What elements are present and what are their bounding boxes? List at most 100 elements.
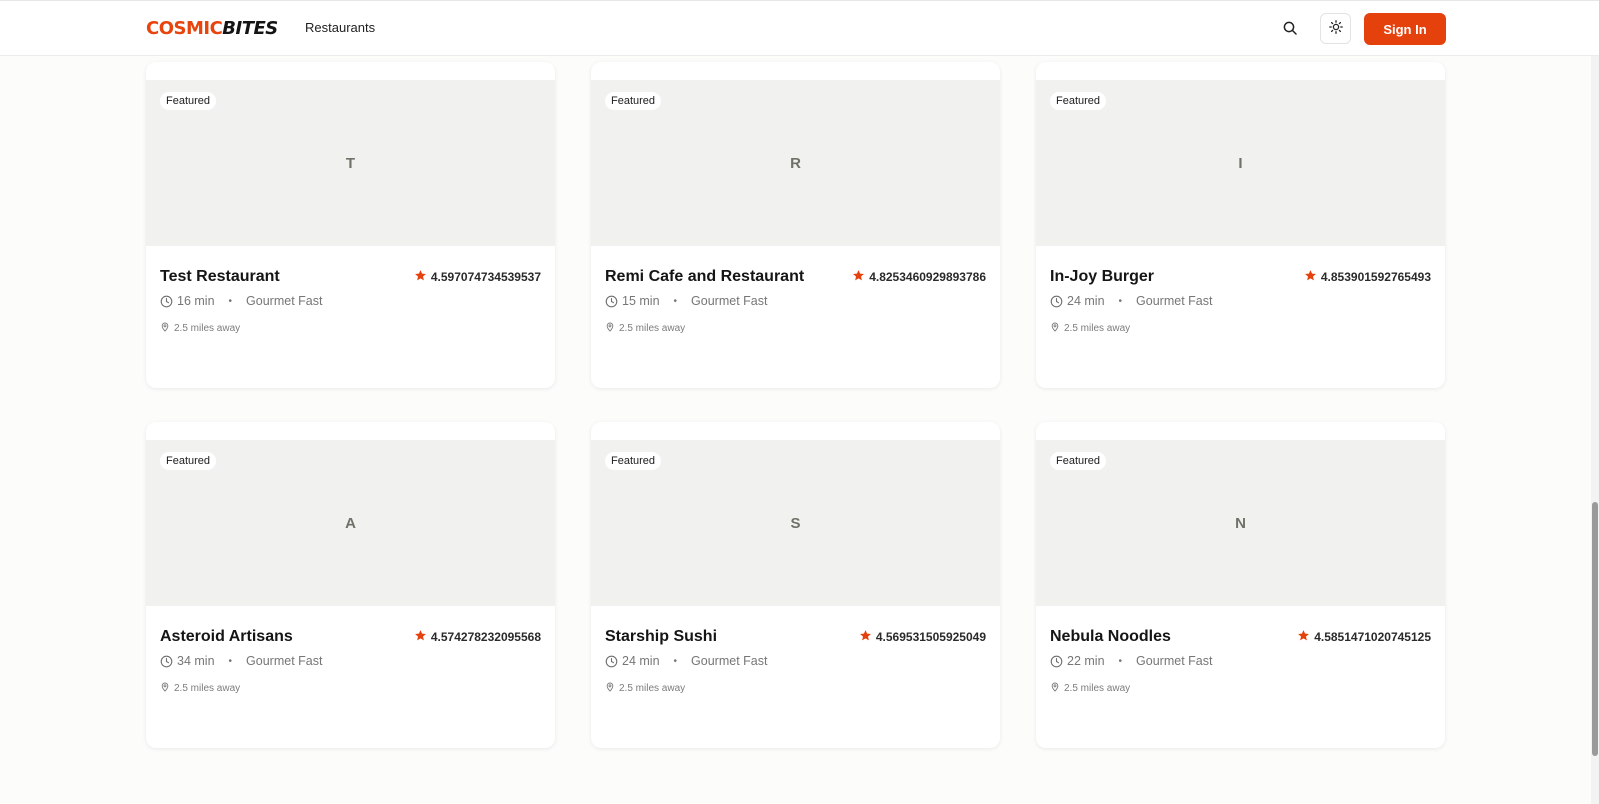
featured-badge: Featured (1050, 92, 1107, 110)
distance-text: 2.5 miles away (1064, 683, 1131, 694)
delivery-time: 24 min (622, 654, 660, 668)
restaurant-initial: A (345, 514, 356, 532)
star-icon (859, 629, 872, 645)
star-icon (414, 629, 427, 645)
featured-badge: Featured (160, 452, 217, 470)
distance-text: 2.5 miles away (174, 683, 241, 694)
featured-badge: Featured (1050, 452, 1107, 470)
top-nav: COSMICBITES Restaurants Sign In (0, 0, 1599, 56)
restaurant-card[interactable]: I Featured In-Joy Burger 4.8539015927654… (1036, 62, 1445, 388)
rating: 4.574278232095568 (414, 629, 541, 645)
title-row: Test Restaurant 4.597074734539537 (160, 266, 541, 288)
featured-badge: Featured (605, 92, 662, 110)
clock-icon (605, 655, 618, 668)
separator-dot: • (1118, 655, 1123, 667)
title-row: In-Joy Burger 4.853901592765493 (1050, 266, 1431, 288)
search-button[interactable] (1279, 18, 1301, 40)
restaurant-initial: S (790, 514, 801, 532)
restaurant-category: Gourmet Fast (246, 654, 323, 668)
delivery-time: 16 min (177, 294, 215, 308)
distance-row: 2.5 miles away (605, 322, 986, 335)
restaurant-card[interactable]: A Featured Asteroid Artisans 4.574278232… (146, 422, 555, 748)
separator-dot: • (228, 295, 233, 307)
title-row: Nebula Noodles 4.5851471020745125 (1050, 626, 1431, 648)
location-pin-icon (160, 322, 170, 335)
meta-row: 16 min • Gourmet Fast (160, 292, 541, 310)
title-row: Asteroid Artisans 4.574278232095568 (160, 626, 541, 648)
sun-icon (1328, 20, 1343, 37)
rating: 4.8253460929893786 (852, 269, 986, 285)
theme-toggle-button[interactable] (1320, 13, 1351, 44)
meta-row: 24 min • Gourmet Fast (605, 652, 986, 670)
title-row: Remi Cafe and Restaurant 4.8253460929893… (605, 266, 986, 288)
rating-value: 4.569531505925049 (875, 630, 986, 644)
meta-row: 24 min • Gourmet Fast (1050, 292, 1431, 310)
rating-value: 4.597074734539537 (430, 270, 541, 284)
restaurant-grid: T Featured Test Restaurant 4.59707473453… (146, 62, 1446, 748)
separator-dot: • (228, 655, 233, 667)
sign-in-button[interactable]: Sign In (1364, 13, 1446, 45)
search-icon (1283, 21, 1297, 38)
scrollbar-track[interactable] (1591, 56, 1599, 804)
logo[interactable]: COSMICBITES (146, 17, 278, 41)
restaurant-name: Test Restaurant (160, 268, 280, 285)
clock-icon (160, 655, 173, 668)
rating-value: 4.5851471020745125 (1314, 630, 1431, 644)
restaurant-name: Nebula Noodles (1050, 628, 1171, 645)
card-body: Nebula Noodles 4.5851471020745125 22 min (1050, 626, 1431, 695)
restaurant-initial: N (1235, 514, 1246, 532)
delivery-time: 15 min (622, 294, 660, 308)
restaurant-card[interactable]: S Featured Starship Sushi 4.569531505925… (591, 422, 1000, 748)
distance-row: 2.5 miles away (1050, 322, 1431, 335)
restaurant-name: In-Joy Burger (1050, 268, 1155, 285)
distance-row: 2.5 miles away (605, 682, 986, 695)
nav-restaurants-link[interactable]: Restaurants (305, 19, 375, 37)
scrollbar-thumb[interactable] (1592, 502, 1598, 756)
rating: 4.853901592765493 (1304, 269, 1431, 285)
card-body: Remi Cafe and Restaurant 4.8253460929893… (605, 266, 986, 335)
card-body: Asteroid Artisans 4.574278232095568 34 m… (160, 626, 541, 695)
card-body: Starship Sushi 4.569531505925049 24 min … (605, 626, 986, 695)
delivery-time: 34 min (177, 654, 215, 668)
distance-text: 2.5 miles away (619, 323, 686, 334)
distance-row: 2.5 miles away (160, 322, 541, 335)
rating: 4.569531505925049 (859, 629, 986, 645)
restaurant-card[interactable]: R Featured Remi Cafe and Restaurant 4.82… (591, 62, 1000, 388)
location-pin-icon (605, 322, 615, 335)
distance-row: 2.5 miles away (1050, 682, 1431, 695)
location-pin-icon (160, 682, 170, 695)
clock-icon (160, 295, 173, 308)
distance-row: 2.5 miles away (160, 682, 541, 695)
restaurant-name: Remi Cafe and Restaurant (605, 268, 805, 285)
restaurant-card[interactable]: T Featured Test Restaurant 4.59707473453… (146, 62, 555, 388)
clock-icon (1050, 655, 1063, 668)
delivery-time: 24 min (1067, 294, 1105, 308)
featured-badge: Featured (605, 452, 662, 470)
card-body: Test Restaurant 4.597074734539537 16 min (160, 266, 541, 335)
separator-dot: • (673, 655, 678, 667)
restaurant-initial: I (1238, 154, 1243, 172)
distance-text: 2.5 miles away (1064, 323, 1131, 334)
rating: 4.5851471020745125 (1297, 629, 1431, 645)
meta-row: 15 min • Gourmet Fast (605, 292, 986, 310)
rating-value: 4.853901592765493 (1320, 270, 1431, 284)
star-icon (1297, 629, 1310, 645)
rating-value: 4.574278232095568 (430, 630, 541, 644)
location-pin-icon (1050, 682, 1060, 695)
star-icon (852, 269, 865, 285)
separator-dot: • (673, 295, 678, 307)
location-pin-icon (1050, 322, 1060, 335)
restaurant-card[interactable]: N Featured Nebula Noodles 4.585147102074… (1036, 422, 1445, 748)
clock-icon (605, 295, 618, 308)
separator-dot: • (1118, 295, 1123, 307)
rating-value: 4.8253460929893786 (869, 270, 986, 284)
card-body: In-Joy Burger 4.853901592765493 24 min • (1050, 266, 1431, 335)
restaurant-category: Gourmet Fast (1136, 294, 1213, 308)
page: COSMICBITES Restaurants Sign In T Featur… (0, 0, 1599, 804)
clock-icon (1050, 295, 1063, 308)
featured-badge: Featured (160, 92, 217, 110)
meta-row: 22 min • Gourmet Fast (1050, 652, 1431, 670)
location-pin-icon (605, 682, 615, 695)
rating: 4.597074734539537 (414, 269, 541, 285)
restaurant-initial: R (790, 154, 801, 172)
